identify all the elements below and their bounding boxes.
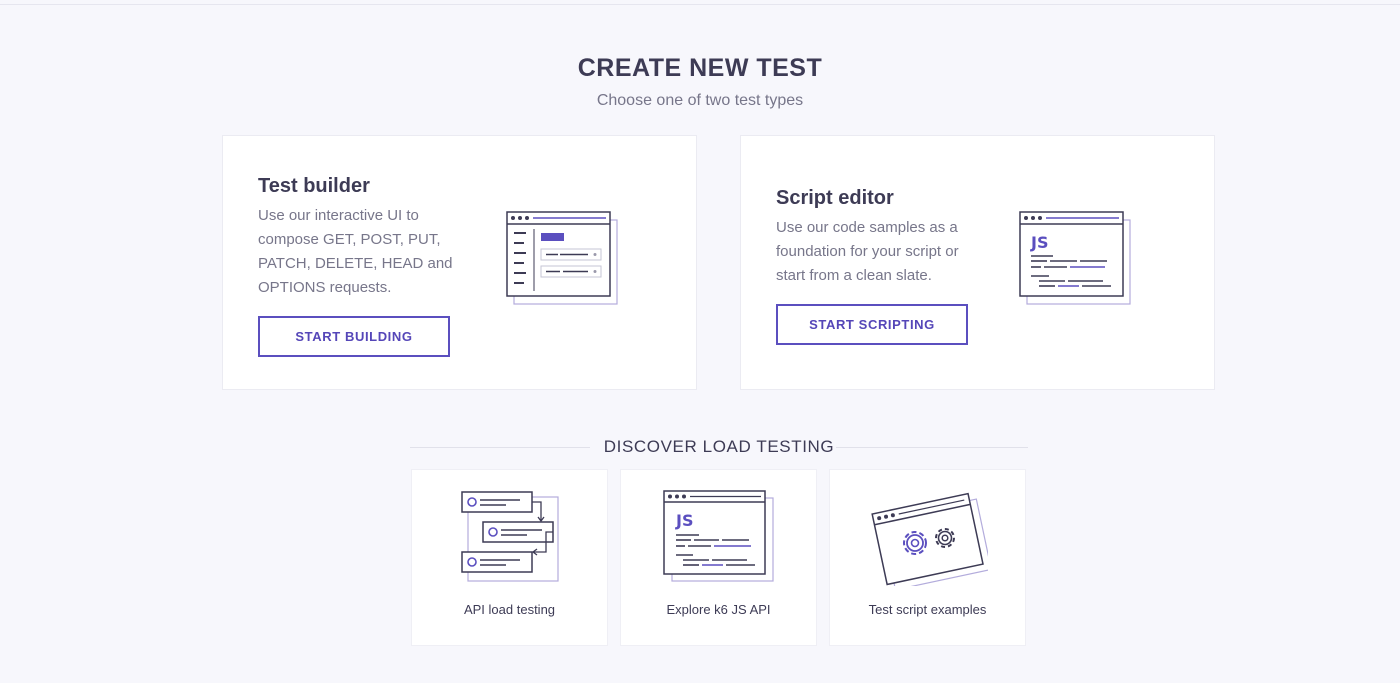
start-building-button[interactable]: START BUILDING xyxy=(258,316,450,357)
js-badge-tile: JS xyxy=(675,511,693,530)
test-builder-illustration-icon xyxy=(506,211,646,316)
js-editor-icon: JS xyxy=(659,486,779,591)
script-editor-card: Script editor Use our code samples as a … xyxy=(740,135,1215,390)
test-builder-card: Test builder Use our interactive UI to c… xyxy=(222,135,697,390)
script-editor-illustration-icon: JS xyxy=(1019,211,1159,316)
test-script-examples-label: Test script examples xyxy=(868,602,987,617)
gears-window-icon xyxy=(868,486,993,591)
discover-header: DISCOVER LOAD TESTING xyxy=(410,437,1028,459)
script-editor-description: Use our code samples as a foundation for… xyxy=(776,219,959,284)
api-load-testing-label: API load testing xyxy=(463,602,556,617)
test-script-examples-tile[interactable]: Test script examples xyxy=(829,469,1026,646)
test-builder-title: Test builder xyxy=(258,175,370,197)
js-badge: JS xyxy=(1030,233,1048,252)
discover-divider-right xyxy=(836,447,1028,448)
explore-k6-js-api-tile[interactable]: JS Explore k6 JS API xyxy=(620,469,817,646)
explore-k6-js-api-label: Explore k6 JS API xyxy=(666,602,771,617)
page-title: CREATE NEW TEST xyxy=(577,54,823,82)
test-builder-description: Use our interactive UI to compose GET, P… xyxy=(258,207,453,296)
api-flow-icon xyxy=(450,486,570,591)
top-divider xyxy=(0,4,1400,5)
start-scripting-button[interactable]: START SCRIPTING xyxy=(776,304,968,345)
api-load-testing-tile[interactable]: API load testing xyxy=(411,469,608,646)
script-editor-title: Script editor xyxy=(776,187,894,209)
page-subtitle: Choose one of two test types xyxy=(596,92,804,109)
